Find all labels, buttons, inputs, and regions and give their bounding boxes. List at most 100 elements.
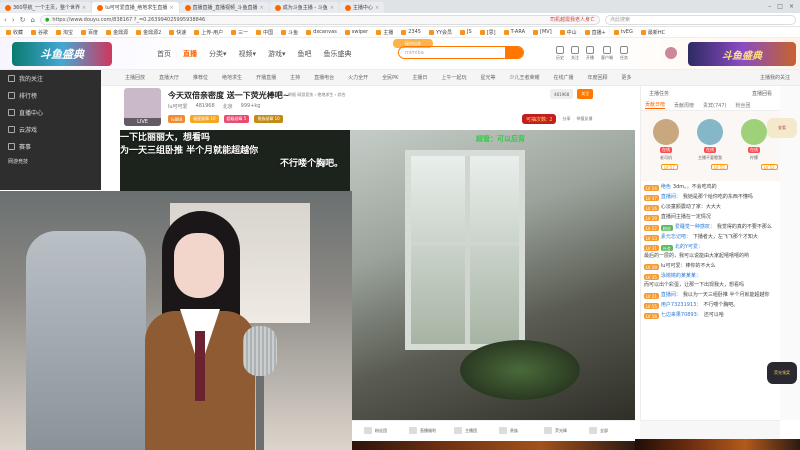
- share-button[interactable]: 分享: [562, 116, 570, 122]
- browser-tab-active[interactable]: lu可可爱直播_绝地求生直播 ×: [92, 2, 179, 13]
- chat-nickname[interactable]: 七边来果70893：: [661, 312, 702, 319]
- bookmark-item[interactable]: YY会员: [428, 29, 452, 36]
- category-item[interactable]: 开播直播: [256, 74, 276, 81]
- hot-news-text[interactable]: 司机越需我老人身亡: [550, 16, 595, 23]
- forward-icon[interactable]: ›: [12, 16, 15, 24]
- room-tag[interactable]: 福星勋章 10: [190, 115, 219, 123]
- refresh-icon[interactable]: ↻: [20, 16, 26, 24]
- bookmark-item[interactable]: swiper: [344, 29, 368, 35]
- bookmark-item[interactable]: 上传-用户: [194, 29, 223, 36]
- category-item[interactable]: 主持: [290, 74, 300, 81]
- category-item[interactable]: 年度回顾: [588, 74, 608, 81]
- nav-item-3[interactable]: 视频▾: [239, 49, 257, 59]
- chat-tab-2[interactable]: 贵宾(747): [703, 102, 726, 109]
- float-reward-button[interactable]: 荧光领奖: [767, 362, 797, 384]
- url-input[interactable]: ● https://www.douyu.com/838167 ?_=0.2639…: [39, 14, 600, 25]
- room-category-breadcrumb[interactable]: 举报 网游竞技 › 绝地求生 › 综合: [288, 92, 346, 98]
- nav-item-0[interactable]: 首页: [157, 49, 171, 59]
- close-icon[interactable]: ×: [375, 5, 379, 11]
- toolbar-item[interactable]: 全部: [589, 427, 608, 434]
- browser-tab[interactable]: 成为斗鱼主播 - 斗鱼 ×: [269, 2, 339, 13]
- category-item[interactable]: 火力全开: [348, 74, 368, 81]
- room-id-button[interactable]: 481968: [550, 89, 574, 99]
- category-item[interactable]: 主播日: [412, 74, 427, 81]
- user-avatar[interactable]: [665, 47, 677, 59]
- category-item[interactable]: 全民PK: [382, 74, 398, 81]
- bookmark-item[interactable]: T-ARA: [503, 29, 525, 35]
- toolbar-item[interactable]: 贵族: [499, 427, 518, 434]
- chat-nickname[interactable]: 直播间：: [661, 292, 681, 299]
- bookmark-item[interactable]: JS: [460, 29, 472, 35]
- category-item[interactable]: 星光等: [480, 74, 495, 81]
- room-tag[interactable]: 超级勋章 5: [223, 115, 250, 123]
- browser-tab[interactable]: 360导航_一个主页，整个世界 ×: [0, 2, 92, 13]
- bookmark-item[interactable]: dxcanvas: [306, 29, 337, 35]
- toolbar-item[interactable]: 荧光棒: [544, 427, 567, 434]
- category-item[interactable]: 直播大厅: [159, 74, 179, 81]
- bookmark-item[interactable]: 收藏: [6, 29, 23, 36]
- header-task-button[interactable]: 任务: [620, 46, 628, 61]
- category-item[interactable]: 上午一起玩: [441, 74, 466, 81]
- report-button[interactable]: 举报反馈: [576, 116, 592, 122]
- bookmark-item[interactable]: 三一: [231, 29, 248, 36]
- bookmark-item[interactable]: 金鼎源2: [136, 29, 161, 36]
- bookmark-item[interactable]: 2345: [401, 29, 421, 35]
- header-client-button[interactable]: 客户端: [601, 46, 613, 61]
- chat-nickname[interactable]: 用户73231913：: [661, 302, 701, 309]
- bookmark-item[interactable]: [思]: [479, 29, 496, 36]
- bookmark-item[interactable]: 最新HC: [640, 29, 665, 36]
- header-follow-button[interactable]: 关注: [571, 46, 579, 61]
- chat-nickname[interactable]: 素元忘记吧：: [661, 234, 691, 241]
- browser-tab[interactable]: 主播中心 ×: [339, 2, 385, 13]
- sidebar-item-4[interactable]: 赛事: [0, 138, 101, 155]
- browser-tab[interactable]: 直播直播_直播视频_斗鱼直播 ×: [179, 2, 269, 13]
- close-icon[interactable]: ×: [260, 5, 264, 11]
- bookmark-item[interactable]: 主播: [376, 29, 393, 36]
- header-banner[interactable]: 斗鱼盛典: [688, 42, 796, 66]
- bookmark-item[interactable]: 百度: [81, 29, 98, 36]
- top-contributor[interactable]: 在线 柠檬: [737, 119, 771, 161]
- category-item[interactable]: 在线广播: [553, 74, 573, 81]
- float-check-button[interactable]: 查看: [767, 118, 797, 138]
- sidebar-item-0[interactable]: 我的关注: [0, 70, 101, 87]
- close-icon[interactable]: ×: [169, 5, 173, 11]
- streamer-avatar[interactable]: LIVE: [124, 88, 161, 126]
- category-item[interactable]: 少儿王者荣耀: [509, 74, 539, 81]
- site-search-input[interactable]: mimiba: [398, 46, 524, 59]
- nav-item-5[interactable]: 鱼吧: [298, 49, 312, 59]
- bookmark-item[interactable]: tvEG: [613, 29, 633, 35]
- toolbar-item[interactable]: 直播福利: [409, 427, 436, 434]
- bookmark-item[interactable]: 快速: [169, 29, 186, 36]
- minimize-icon[interactable]: –: [768, 3, 771, 10]
- replay-button[interactable]: 直播回看: [752, 90, 772, 97]
- bookmark-item[interactable]: 金鼎源: [106, 29, 128, 36]
- chat-tab-0[interactable]: 贡献日榜: [645, 101, 666, 109]
- chat-nickname[interactable]: 北的Y可爱：: [675, 244, 703, 251]
- close-window-icon[interactable]: ×: [789, 3, 794, 10]
- home-icon[interactable]: ⌂: [31, 16, 35, 24]
- category-item[interactable]: 绝地求生: [222, 74, 242, 81]
- category-item[interactable]: 主播回放: [125, 74, 145, 81]
- category-item[interactable]: 推荐位: [193, 74, 208, 81]
- browser-search-input[interactable]: 点此搜索: [604, 14, 796, 25]
- streamer-name[interactable]: lu可可爱: [168, 103, 188, 110]
- site-logo[interactable]: 斗鱼盛典: [12, 42, 112, 66]
- back-icon[interactable]: ‹: [4, 16, 7, 24]
- sidebar-item-3[interactable]: 云游戏: [0, 121, 101, 138]
- bookmark-item[interactable]: 中山: [559, 29, 577, 36]
- category-item[interactable]: 更多: [622, 74, 632, 81]
- header-live-button[interactable]: 开播: [586, 46, 594, 61]
- toolbar-item[interactable]: 粉丝团: [364, 427, 387, 434]
- chat-nickname[interactable]: 泳锵锵的某某某：: [661, 273, 701, 280]
- room-tag[interactable]: 贵族勋章 10: [254, 115, 283, 123]
- close-icon[interactable]: ×: [82, 5, 86, 11]
- sidebar-item-small[interactable]: 网游竞技: [0, 155, 101, 167]
- bookmark-item[interactable]: 斗鱼: [281, 29, 298, 36]
- search-button[interactable]: [505, 47, 523, 58]
- maximize-icon[interactable]: □: [777, 3, 783, 10]
- chat-nickname[interactable]: 绝色: [661, 184, 671, 191]
- nav-item-6[interactable]: 鱼乐盛典: [324, 49, 352, 59]
- bookmark-item[interactable]: 淘宝: [56, 29, 73, 36]
- nav-item-2[interactable]: 分类▾: [209, 49, 227, 59]
- bookmark-item[interactable]: 中国: [256, 29, 273, 36]
